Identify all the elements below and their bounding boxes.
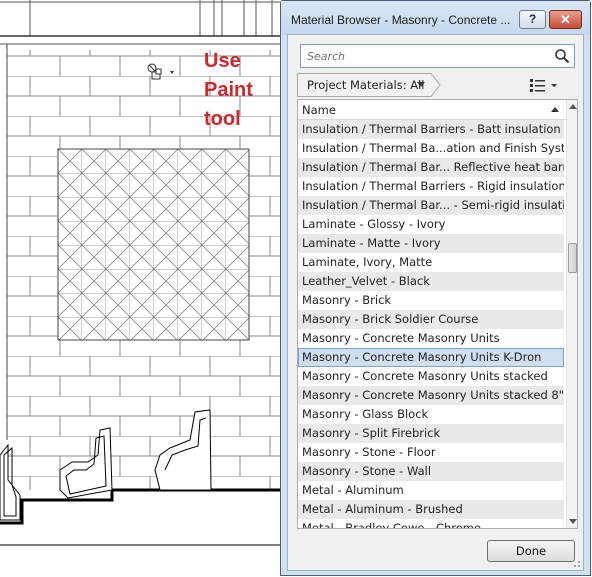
list-item[interactable]: Masonry - Concrete Masonry Units stacked… (298, 386, 564, 405)
list-item[interactable]: Masonry - Stone - Floor (298, 443, 564, 462)
list-item[interactable]: Masonry - Concrete Masonry Units stacked (298, 367, 564, 386)
annotation-line-1: Use (204, 50, 241, 72)
list-item[interactable]: Masonry - Glass Block (298, 405, 564, 424)
list-item-label: Insulation / Thermal Bar... Reflective h… (302, 160, 564, 174)
column-header-label: Name (302, 103, 336, 117)
close-icon: ✕ (560, 12, 571, 27)
list-item[interactable]: Insulation / Thermal Barriers - Rigid in… (298, 177, 564, 196)
list-item-label: Insulation / Thermal Bar... - Semi-rigid… (302, 198, 564, 212)
list-item-label: Masonry - Concrete Masonry Units K-Dron (302, 350, 542, 364)
list-item-label: Masonry - Split Firebrick (302, 426, 441, 440)
list-item-label: Insulation / Thermal Barriers - Rigid in… (302, 179, 564, 193)
list-item[interactable]: Masonry - Brick (298, 291, 564, 310)
list-header-name[interactable]: Name (298, 100, 566, 120)
list-item-label: Masonry - Stone - Wall (302, 464, 432, 478)
dialog-title: Material Browser - Masonry - Concrete ..… (291, 13, 511, 27)
annotation-line-3: tool (204, 108, 241, 130)
list-item[interactable]: Metal - Bradley Cowe - Chrome (298, 519, 564, 529)
annotation-line-2: Paint (204, 79, 253, 101)
view-control-icon[interactable] (146, 62, 176, 84)
material-list: Name Insulation / Thermal Barriers - Bat… (297, 99, 578, 529)
done-button[interactable]: Done (487, 540, 575, 562)
list-item[interactable]: Masonry - Concrete Masonry Units (298, 329, 564, 348)
filter-label: Project Materials: All (307, 78, 425, 92)
list-item-label: Masonry - Brick (302, 293, 392, 307)
list-item[interactable]: Insulation / Thermal Bar... - Semi-rigid… (298, 196, 564, 215)
list-item-label: Laminate, Ivory, Matte (302, 255, 433, 269)
list-item[interactable]: Metal - Aluminum - Brushed (298, 500, 564, 519)
scroll-thumb[interactable] (568, 243, 577, 273)
list-item-label: Metal - Aluminum - Brushed (302, 502, 463, 516)
list-item-label: Metal - Bradley Cowe - Chrome (302, 521, 482, 529)
list-item-label: Laminate - Matte - Ivory (302, 236, 441, 250)
upper-framing (0, 0, 280, 36)
close-button[interactable]: ✕ (549, 10, 582, 29)
material-browser-dialog: Material Browser - Masonry - Concrete ..… (280, 0, 591, 576)
list-item-label: Metal - Aluminum (302, 483, 404, 497)
list-item[interactable]: Masonry - Stone - Wall (298, 462, 564, 481)
search-input[interactable] (301, 45, 549, 67)
list-item[interactable]: Masonry - Brick Soldier Course (298, 310, 564, 329)
list-item-label: Masonry - Concrete Masonry Units stacked… (302, 388, 564, 402)
list-item[interactable]: Insulation / Thermal Bar... Reflective h… (298, 158, 564, 177)
list-item-label: Leather_Velvet - Black (302, 274, 430, 288)
tile-panel (57, 148, 250, 341)
list-item-label: Laminate - Glossy - Ivory (302, 217, 446, 231)
list-scrollbar[interactable] (566, 100, 577, 528)
list-item-label: Masonry - Stone - Floor (302, 445, 436, 459)
list-item[interactable]: Leather_Velvet - Black (298, 272, 564, 291)
dialog-client-area: Project Materials: All Name Insulation /… (287, 34, 584, 571)
list-item[interactable]: Laminate - Glossy - Ivory (298, 215, 564, 234)
list-item-label: Masonry - Glass Block (302, 407, 429, 421)
scroll-up-arrow-icon[interactable] (569, 104, 577, 109)
list-item[interactable]: Insulation / Thermal Barriers - Batt ins… (298, 120, 564, 139)
resize-grip-icon[interactable] (571, 558, 581, 568)
list-item[interactable]: Masonry - Split Firebrick (298, 424, 564, 443)
list-item-label: Insulation / Thermal Barriers - Batt ins… (302, 122, 561, 136)
search-box[interactable] (300, 44, 575, 68)
sort-ascending-icon (551, 107, 559, 112)
base-steps (0, 488, 280, 546)
material-rows: Insulation / Thermal Barriers - Batt ins… (298, 120, 564, 529)
list-item-label: Masonry - Concrete Masonry Units (302, 331, 500, 345)
list-item-label: Masonry - Concrete Masonry Units stacked (302, 369, 548, 383)
paint-tool-annotation: Use Paint tool (204, 47, 284, 134)
help-button[interactable]: ? (519, 10, 546, 29)
list-item-selected[interactable]: Masonry - Concrete Masonry Units K-Dron (298, 348, 564, 367)
dialog-title-bar[interactable]: Material Browser - Masonry - Concrete ..… (281, 1, 590, 35)
list-item[interactable]: Metal - Aluminum (298, 481, 564, 500)
list-item-label: Masonry - Brick Soldier Course (302, 312, 479, 326)
list-item[interactable]: Laminate, Ivory, Matte (298, 253, 564, 272)
project-materials-filter-dropdown[interactable]: Project Materials: All (297, 73, 441, 97)
help-icon: ? (528, 12, 537, 26)
scroll-down-arrow-icon[interactable] (569, 519, 577, 524)
list-item-label: Insulation / Thermal Ba...ation and Fini… (302, 141, 564, 155)
search-icon[interactable] (554, 48, 570, 64)
list-item[interactable]: Insulation / Thermal Ba...ation and Fini… (298, 139, 564, 158)
list-view-icon[interactable] (527, 75, 563, 95)
list-item[interactable]: Laminate - Matte - Ivory (298, 234, 564, 253)
